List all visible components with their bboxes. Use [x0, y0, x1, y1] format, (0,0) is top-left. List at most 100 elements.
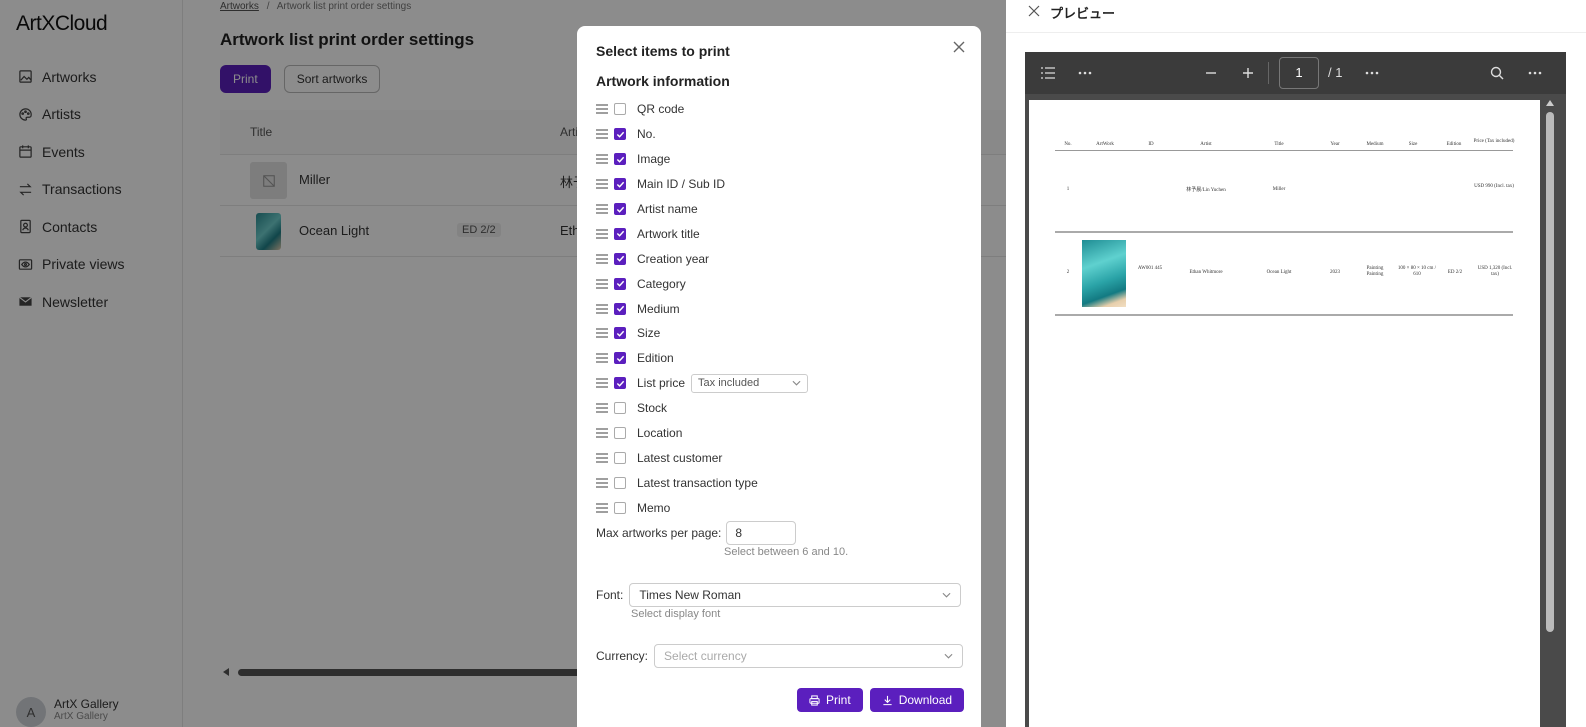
print-item-artist-name[interactable]: Artist name	[596, 197, 808, 222]
checkbox[interactable]	[614, 252, 626, 265]
print-item-artwork-title[interactable]: Artwork title	[596, 221, 808, 246]
drag-handle-icon[interactable]	[596, 254, 608, 264]
zoom-in-icon[interactable]	[1240, 65, 1256, 81]
pdf-row-price: USD 990 (Incl. tax)	[1474, 184, 1514, 189]
print-item-label: List price	[637, 376, 686, 391]
print-item-label: Artwork title	[637, 226, 700, 241]
max-artworks-label: Max artworks per page:	[596, 526, 722, 540]
checkbox[interactable]	[614, 277, 626, 290]
font-label: Font:	[596, 588, 624, 602]
checkbox[interactable]	[614, 352, 626, 365]
pdf-row-rule	[1055, 314, 1513, 316]
checkbox[interactable]	[614, 377, 626, 390]
drag-handle-icon[interactable]	[596, 129, 608, 139]
section-title-artwork-information: Artwork information	[596, 73, 730, 89]
pdf-header-artwork: ArtWork	[1096, 142, 1114, 147]
checkmark-icon	[616, 380, 624, 387]
drag-handle-icon[interactable]	[596, 179, 608, 189]
pdf-row-title: Miller	[1272, 187, 1286, 192]
font-select-value: Times New Roman	[639, 588, 741, 602]
print-item-qr-code[interactable]: QR code	[596, 97, 808, 122]
drag-handle-icon[interactable]	[596, 279, 608, 289]
checkbox[interactable]	[614, 103, 626, 116]
print-item-label: Main ID / Sub ID	[637, 177, 726, 192]
modal-print-button[interactable]: Print	[797, 688, 863, 712]
checkbox[interactable]	[614, 178, 626, 191]
drag-handle-icon[interactable]	[596, 104, 608, 115]
checkbox[interactable]	[614, 402, 626, 415]
checkbox[interactable]	[614, 476, 626, 489]
pdf-header-no: No.	[1064, 142, 1072, 147]
currency-select[interactable]: Select currency	[654, 644, 964, 668]
page-more-icon[interactable]	[1364, 65, 1380, 81]
drag-handle-icon[interactable]	[596, 378, 608, 388]
checkbox[interactable]	[614, 327, 626, 340]
print-items-modal: Select items to print Artwork informatio…	[577, 26, 981, 727]
tax-select-value: Tax included	[698, 377, 760, 390]
drag-handle-icon[interactable]	[596, 204, 608, 214]
print-item-label: QR code	[637, 102, 685, 117]
drag-handle-icon[interactable]	[596, 453, 608, 463]
checkbox[interactable]	[614, 302, 626, 315]
print-item-location[interactable]: Location	[596, 421, 808, 446]
zoom-out-icon[interactable]	[1203, 65, 1219, 81]
drag-handle-icon[interactable]	[596, 478, 608, 488]
print-item-latest-transaction-type[interactable]: Latest transaction type	[596, 470, 808, 495]
pdf-vertical-scrollbar[interactable]	[1545, 98, 1555, 727]
checkbox[interactable]	[614, 128, 626, 141]
page-number-input[interactable]: 1	[1279, 57, 1319, 89]
checkmark-icon	[616, 256, 624, 263]
print-item-creation-year[interactable]: Creation year	[596, 246, 808, 271]
print-item-main-id[interactable]: Main ID / Sub ID	[596, 172, 808, 197]
drag-handle-icon[interactable]	[596, 428, 608, 438]
drag-handle-icon[interactable]	[596, 154, 608, 164]
checkbox[interactable]	[614, 427, 626, 440]
drag-handle-icon[interactable]	[596, 328, 608, 339]
drag-handle-icon[interactable]	[596, 403, 608, 413]
close-icon[interactable]	[952, 40, 966, 54]
print-item-no[interactable]: No.	[596, 122, 808, 147]
drag-handle-icon[interactable]	[596, 353, 608, 363]
modal-print-label: Print	[826, 693, 851, 707]
pdf-row-no: 2	[1066, 270, 1070, 275]
print-item-memo[interactable]: Memo	[596, 495, 808, 520]
modal-title: Select items to print	[596, 43, 730, 59]
tax-select[interactable]: Tax included	[691, 373, 809, 393]
checkbox[interactable]	[614, 227, 626, 240]
more-vertical-icon[interactable]	[1527, 65, 1543, 81]
scroll-up-icon[interactable]	[1546, 100, 1554, 106]
font-help: Select display font	[631, 608, 721, 620]
preview-title: プレビュー	[1050, 7, 1116, 22]
print-item-label: Stock	[637, 401, 668, 416]
print-item-label: Creation year	[637, 251, 710, 266]
pdf-row-artist: 林予晨/Lin Yuchen	[1186, 188, 1226, 193]
max-artworks-input[interactable]	[726, 521, 797, 545]
drag-handle-icon[interactable]	[596, 303, 608, 314]
search-icon[interactable]	[1489, 65, 1505, 81]
checkbox[interactable]	[614, 203, 626, 215]
checkbox[interactable]	[614, 153, 626, 166]
modal-download-button[interactable]: Download	[869, 688, 965, 712]
print-item-category[interactable]: Category	[596, 271, 808, 296]
outline-list-icon[interactable]	[1040, 65, 1056, 81]
drag-handle-icon[interactable]	[596, 503, 608, 513]
print-item-edition[interactable]: Edition	[596, 346, 808, 371]
print-item-size[interactable]: Size	[596, 321, 808, 346]
close-icon[interactable]	[1028, 5, 1040, 17]
print-item-image[interactable]: Image	[596, 147, 808, 172]
font-select[interactable]: Times New Roman	[629, 583, 962, 607]
pdf-row-medium: Painting Painting	[1366, 266, 1384, 277]
checkmark-icon	[616, 181, 624, 188]
print-item-stock[interactable]: Stock	[596, 396, 808, 421]
more-options-icon[interactable]	[1077, 65, 1093, 81]
print-item-medium[interactable]: Medium	[596, 296, 808, 321]
checkbox[interactable]	[614, 501, 626, 514]
checkbox[interactable]	[614, 451, 626, 464]
print-item-latest-customer[interactable]: Latest customer	[596, 445, 808, 470]
modal-download-label: Download	[898, 693, 953, 707]
preview-header: プレビュー	[1006, 0, 1586, 33]
drag-handle-icon[interactable]	[596, 229, 608, 239]
print-item-list-price[interactable]: List price Tax included	[596, 371, 809, 396]
pdf-header-edition: Edition	[1446, 142, 1462, 147]
scrollbar-thumb[interactable]	[1546, 112, 1554, 632]
